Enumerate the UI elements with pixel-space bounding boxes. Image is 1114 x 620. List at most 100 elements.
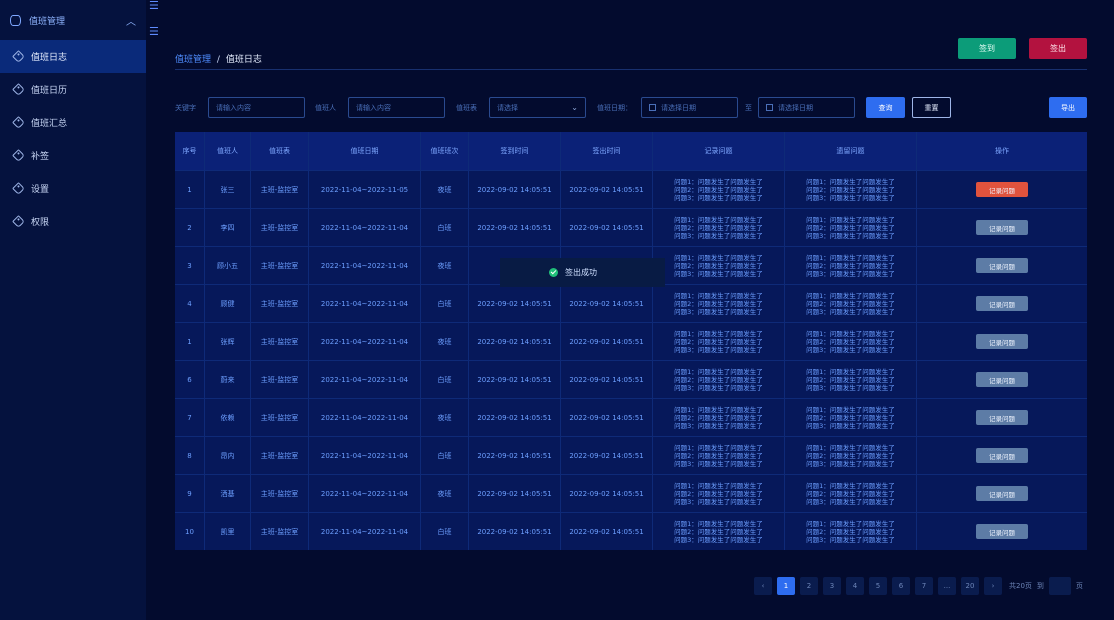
cell-remaining-issues: 问题1：问题发生了问题发生了 问题2：问题发生了问题发生了 问题3：问题发生了问题发… xyxy=(785,361,917,398)
breadcrumb-parent[interactable]: 值班管理 xyxy=(175,55,211,65)
issue-line: 问题2：问题发生了问题发生了 xyxy=(674,413,763,422)
record-issue-button[interactable]: 记录问题 xyxy=(976,220,1028,235)
cell-action: 记录问题 xyxy=(917,323,1087,360)
issue-line: 问题3：问题发生了问题发生了 xyxy=(674,459,763,468)
cell-person: 凯里 xyxy=(205,513,251,550)
cell-person: 顾健 xyxy=(205,285,251,322)
issue-line: 问题1：问题发生了问题发生了 xyxy=(674,405,763,414)
cell-shift: 夜班 xyxy=(421,475,469,512)
query-button[interactable]: 查询 xyxy=(866,97,905,118)
column-header: 遗留问题 xyxy=(785,132,917,170)
sign-in-button[interactable]: 签到 xyxy=(958,38,1016,59)
cell-action: 记录问题 xyxy=(917,475,1087,512)
keyword-input[interactable]: 请输入内容 xyxy=(208,97,305,118)
cell-date: 2022-11-04~2022-11-04 xyxy=(309,361,421,398)
tag-icon xyxy=(12,149,25,162)
sidebar-item-duty-summary[interactable]: 值班汇总 xyxy=(0,106,146,139)
record-issue-button[interactable]: 记录问题 xyxy=(976,486,1028,501)
cell-remaining-issues: 问题1：问题发生了问题发生了 问题2：问题发生了问题发生了 问题3：问题发生了问题发… xyxy=(785,323,917,360)
cell-sign-out-time: 2022-09-02 14:05:51 xyxy=(561,399,653,436)
sign-out-button[interactable]: 签出 xyxy=(1029,38,1087,59)
cell-remaining-issues: 问题1：问题发生了问题发生了 问题2：问题发生了问题发生了 问题3：问题发生了问题发… xyxy=(785,171,917,208)
cell-remaining-issues: 问题1：问题发生了问题发生了 问题2：问题发生了问题发生了 问题3：问题发生了问题发… xyxy=(785,399,917,436)
cell-person: 洒基 xyxy=(205,475,251,512)
cell-sign-in-time: 2022-09-02 14:05:51 xyxy=(469,209,561,246)
issue-line: 问题2：问题发生了问题发生了 xyxy=(674,299,763,308)
issue-line: 问题3：问题发生了问题发生了 xyxy=(806,535,895,544)
record-issue-button[interactable]: 记录问题 xyxy=(976,410,1028,425)
date-start-input[interactable]: 请选择日期 xyxy=(641,97,738,118)
page-button[interactable]: 4 xyxy=(846,577,864,595)
tag-icon xyxy=(12,50,25,63)
tag-icon xyxy=(12,116,25,129)
date-end-input[interactable]: 请选择日期 xyxy=(758,97,855,118)
chevron-down-icon: ⌄ xyxy=(571,103,578,112)
record-issue-button[interactable]: 记录问题 xyxy=(976,448,1028,463)
chevron-up-icon[interactable]: ︿ xyxy=(126,13,136,28)
column-header: 值班表 xyxy=(251,132,309,170)
issue-line: 问题2：问题发生了问题发生了 xyxy=(806,299,895,308)
cell-table: 主班-监控室 xyxy=(251,475,309,512)
record-issue-button[interactable]: 记录问题 xyxy=(976,372,1028,387)
cell-sign-in-time: 2022-09-02 14:05:51 xyxy=(469,171,561,208)
sidebar-item-settings[interactable]: 设置 xyxy=(0,172,146,205)
next-page-button[interactable]: › xyxy=(984,577,1002,595)
cell-date: 2022-11-04~2022-11-04 xyxy=(309,247,421,284)
cell-no: 2 xyxy=(175,209,205,246)
record-issue-button[interactable]: 记录问题 xyxy=(976,258,1028,273)
cell-recorded-issues: 问题1：问题发生了问题发生了 问题2：问题发生了问题发生了 问题3：问题发生了问题发… xyxy=(653,285,785,322)
page-ellipsis[interactable]: ... xyxy=(938,577,956,595)
sidebar-item-permissions[interactable]: 权限 xyxy=(0,205,146,238)
prev-page-button[interactable]: ‹ xyxy=(754,577,772,595)
expand-menu-icon[interactable]: ☰ xyxy=(149,0,165,12)
cell-shift: 夜班 xyxy=(421,247,469,284)
export-button[interactable]: 导出 xyxy=(1049,97,1087,118)
page-jump-input[interactable] xyxy=(1048,577,1071,595)
person-input[interactable]: 请输入内容 xyxy=(348,97,445,118)
issue-line: 问题1：问题发生了问题发生了 xyxy=(806,177,895,186)
reset-button[interactable]: 重置 xyxy=(912,97,951,118)
table-select[interactable]: 请选择 ⌄ xyxy=(489,97,586,118)
breadcrumb: 值班管理 / 值班日志 xyxy=(175,52,262,65)
database-icon xyxy=(10,14,21,26)
column-header: 签到时间 xyxy=(469,132,561,170)
page-button[interactable]: 3 xyxy=(823,577,841,595)
issue-line: 问题1：问题发生了问题发生了 xyxy=(674,291,763,300)
tag-icon xyxy=(12,215,25,228)
cell-date: 2022-11-04~2022-11-04 xyxy=(309,323,421,360)
issue-line: 问题3：问题发生了问题发生了 xyxy=(674,269,763,278)
page-button[interactable]: 5 xyxy=(869,577,887,595)
page-button[interactable]: 20 xyxy=(961,577,979,595)
issue-line: 问题1：问题发生了问题发生了 xyxy=(674,177,763,186)
cell-date: 2022-11-04~2022-11-04 xyxy=(309,285,421,322)
sidebar-item-duty-calendar[interactable]: 值班日历 xyxy=(0,73,146,106)
page-button[interactable]: 2 xyxy=(800,577,818,595)
record-issue-button[interactable]: 记录问题 xyxy=(976,524,1028,539)
cell-no: 3 xyxy=(175,247,205,284)
sidebar-item-resign[interactable]: 补签 xyxy=(0,139,146,172)
collapse-menu-icon[interactable]: ☰ xyxy=(149,26,165,38)
issue-line: 问题3：问题发生了问题发生了 xyxy=(806,231,895,240)
record-issue-button[interactable]: 记录问题 xyxy=(976,296,1028,311)
cell-table: 主班-监控室 xyxy=(251,247,309,284)
cell-person: 李四 xyxy=(205,209,251,246)
cell-no: 10 xyxy=(175,513,205,550)
sidebar-item-label: 设置 xyxy=(31,185,50,195)
record-issue-button[interactable]: 记录问题 xyxy=(976,334,1028,349)
cell-action: 记录问题 xyxy=(917,399,1087,436)
record-issue-button[interactable]: 记录问题 xyxy=(976,182,1028,197)
sidebar: 值班管理 ︿ 值班日志 值班日历 值班汇总 补签 设置 权限 xyxy=(0,0,146,620)
date-end-placeholder: 请选择日期 xyxy=(778,103,813,112)
page-button[interactable]: 7 xyxy=(915,577,933,595)
issue-line: 问题2：问题发生了问题发生了 xyxy=(674,489,763,498)
sidebar-item-duty-log[interactable]: 值班日志 xyxy=(0,40,146,73)
sidebar-group-duty-management[interactable]: 值班管理 ︿ xyxy=(0,0,146,40)
header-divider xyxy=(175,69,1087,70)
page-button[interactable]: 6 xyxy=(892,577,910,595)
cell-shift: 白班 xyxy=(421,209,469,246)
column-header: 值班日期 xyxy=(309,132,421,170)
cell-no: 1 xyxy=(175,171,205,208)
cell-sign-in-time: 2022-09-02 14:05:51 xyxy=(469,437,561,474)
page-button[interactable]: 1 xyxy=(777,577,795,595)
column-header: 值班人 xyxy=(205,132,251,170)
